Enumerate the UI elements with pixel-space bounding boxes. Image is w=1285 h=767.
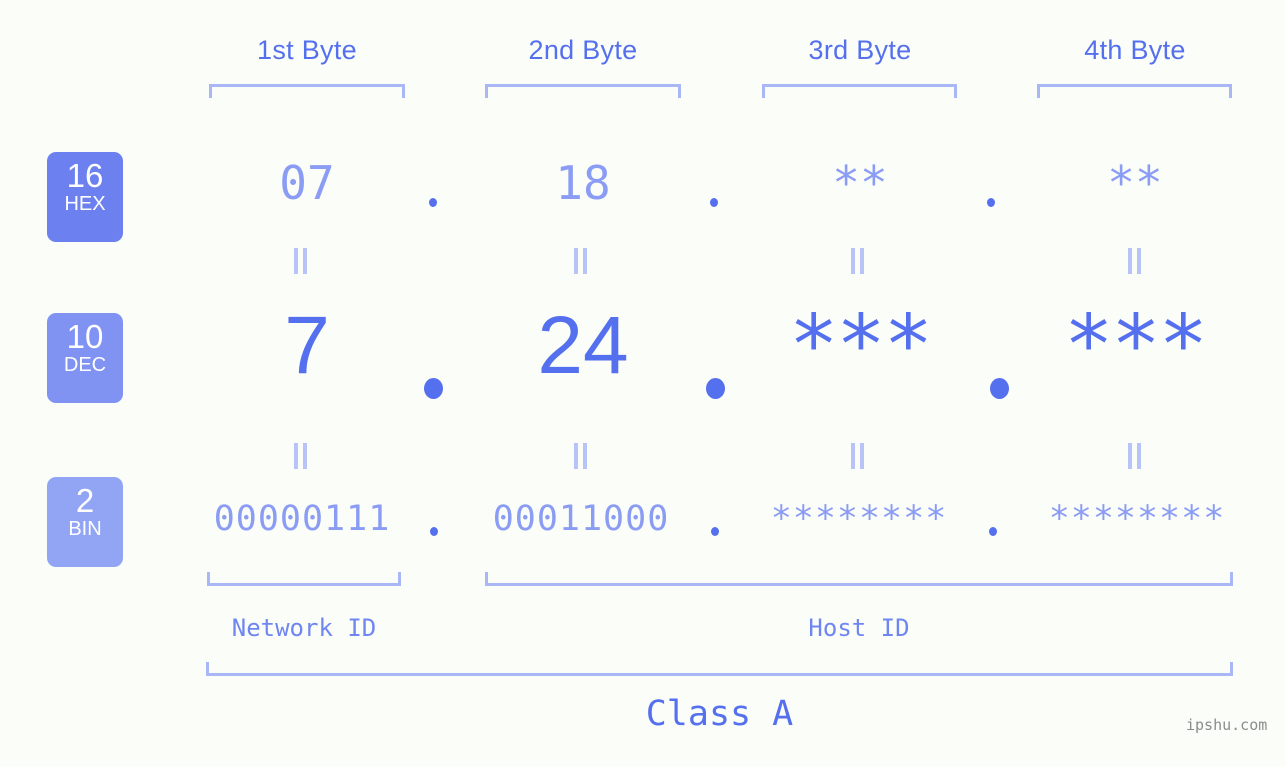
dec-value-byte-3: *** <box>762 305 958 387</box>
network-id-label: Network ID <box>207 616 401 640</box>
base-badge-bin: 2 BIN <box>47 477 123 567</box>
bin-dot-separator-1 <box>430 527 438 536</box>
bin-value-byte-1: 00000111 <box>204 502 400 537</box>
hex-dot-separator-3 <box>987 198 995 207</box>
byte-header-label: 2nd Byte <box>528 35 638 65</box>
bin-value-byte-4: ******** <box>1039 502 1235 537</box>
hex-value-byte-3: ** <box>762 160 958 206</box>
class-bracket <box>206 662 1233 676</box>
byte-header-1: 1st Byte <box>209 37 405 64</box>
equals-icon-hex-dec-2 <box>574 248 588 274</box>
dec-value-byte-2: 24 <box>485 305 681 387</box>
byte-header-4: 4th Byte <box>1037 37 1233 64</box>
base-badge-number: 16 <box>66 157 104 194</box>
hex-dot-separator-1 <box>429 198 437 207</box>
bin-dot-separator-3 <box>989 527 997 536</box>
equals-icon-dec-bin-1 <box>294 443 308 469</box>
byte-bracket-1 <box>209 84 405 98</box>
class-label-text: Class A <box>645 694 794 734</box>
equals-icon-dec-bin-4 <box>1128 443 1142 469</box>
bin-value-text: ******** <box>1048 499 1226 539</box>
bin-dot-separator-2 <box>711 527 719 536</box>
byte-bracket-2 <box>485 84 681 98</box>
hex-value-text: ** <box>1107 156 1163 210</box>
network-id-bracket <box>207 572 401 586</box>
dec-dot-separator-2 <box>706 378 725 399</box>
byte-header-label: 1st Byte <box>257 35 357 65</box>
equals-icon-hex-dec-3 <box>851 248 865 274</box>
byte-bracket-3 <box>762 84 957 98</box>
byte-header-2: 2nd Byte <box>485 37 681 64</box>
base-badge-number: 10 <box>66 318 104 355</box>
hex-value-text: 18 <box>555 156 611 210</box>
dec-value-text: 24 <box>537 300 629 391</box>
bin-value-text: ******** <box>770 499 948 539</box>
byte-header-3: 3rd Byte <box>762 37 958 64</box>
class-label: Class A <box>206 697 1233 732</box>
dec-dot-separator-1 <box>424 378 443 399</box>
dec-value-byte-1: 7 <box>209 305 405 387</box>
bin-value-byte-3: ******** <box>761 502 957 537</box>
hex-value-text: 07 <box>279 156 335 210</box>
bin-value-byte-2: 00011000 <box>483 502 679 537</box>
network-id-label-text: Network ID <box>231 614 377 642</box>
base-badge-name: BIN <box>68 518 102 540</box>
dec-value-byte-4: *** <box>1037 305 1233 387</box>
base-badge-name: HEX <box>64 193 106 215</box>
base-badge-hex: 16 HEX <box>47 152 123 242</box>
hex-value-text: ** <box>832 156 888 210</box>
hex-value-byte-4: ** <box>1037 160 1233 206</box>
host-id-label-text: Host ID <box>808 614 910 642</box>
dec-value-text: *** <box>1063 298 1208 393</box>
site-watermark-text: ipshu.com <box>1186 716 1268 734</box>
equals-icon-hex-dec-4 <box>1128 248 1142 274</box>
byte-header-label: 3rd Byte <box>808 35 912 65</box>
ip-byte-diagram: 1st Byte 2nd Byte 3rd Byte 4th Byte 16 H… <box>0 0 1285 767</box>
byte-header-label: 4th Byte <box>1084 35 1186 65</box>
bin-value-text: 00000111 <box>213 499 391 539</box>
bin-value-text: 00011000 <box>492 499 670 539</box>
hex-dot-separator-2 <box>710 198 718 207</box>
host-id-label: Host ID <box>485 616 1233 640</box>
base-badge-name: DEC <box>63 354 107 376</box>
dec-dot-separator-3 <box>990 378 1009 399</box>
equals-icon-dec-bin-2 <box>574 443 588 469</box>
hex-value-byte-1: 07 <box>209 160 405 206</box>
byte-bracket-4 <box>1037 84 1232 98</box>
equals-icon-hex-dec-1 <box>294 248 308 274</box>
host-id-bracket <box>485 572 1233 586</box>
base-badge-number: 2 <box>75 482 95 519</box>
hex-value-byte-2: 18 <box>485 160 681 206</box>
base-badge-dec: 10 DEC <box>47 313 123 403</box>
equals-icon-dec-bin-3 <box>851 443 865 469</box>
dec-value-text: 7 <box>284 300 330 391</box>
dec-value-text: *** <box>788 298 933 393</box>
site-watermark: ipshu.com <box>1186 718 1267 733</box>
